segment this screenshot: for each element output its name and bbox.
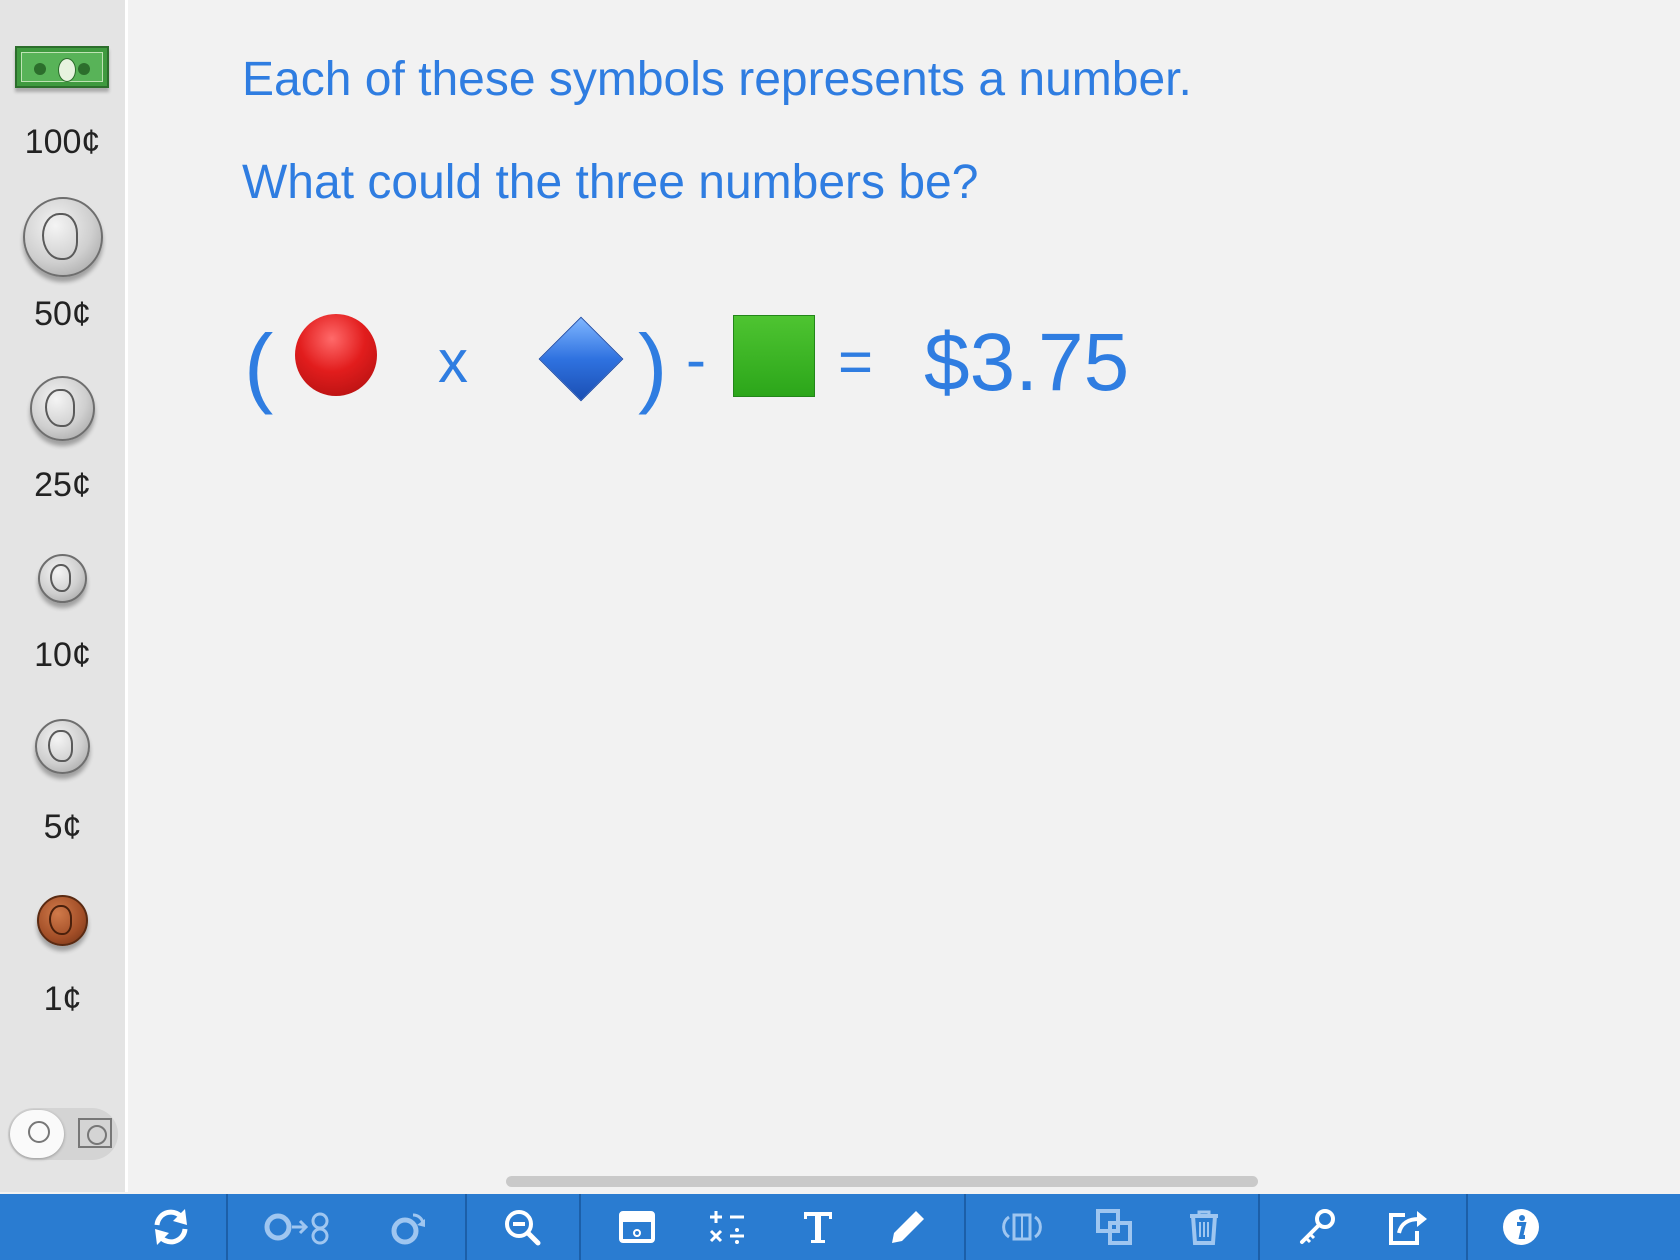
label-5-cents: 5¢	[43, 808, 82, 846]
coin-bill-toggle[interactable]	[8, 1108, 118, 1160]
label-100-cents: 100¢	[24, 123, 101, 161]
duplicate-icon	[1096, 1209, 1132, 1245]
flip-coin-icon	[391, 1213, 425, 1245]
coin-mode-icon	[28, 1121, 50, 1143]
bill-mode-icon	[78, 1118, 112, 1148]
minus-sign: -	[686, 326, 706, 393]
info-button[interactable]	[1495, 1202, 1547, 1252]
penny-coin-icon[interactable]	[37, 895, 88, 946]
screen-icon	[619, 1211, 655, 1243]
toolbar-separator	[1258, 1194, 1260, 1260]
label-25-cents: 25¢	[34, 466, 91, 504]
label-1-cent: 1¢	[43, 980, 82, 1018]
trash-icon	[1190, 1210, 1218, 1245]
key-button[interactable]	[1291, 1202, 1343, 1252]
share-button[interactable]	[1381, 1202, 1433, 1252]
toolbar-separator	[465, 1194, 467, 1260]
equals-sign: =	[838, 328, 874, 395]
flip-coin-button[interactable]	[383, 1202, 435, 1252]
bottom-toolbar	[0, 1194, 1680, 1260]
blue-diamond-icon[interactable]	[538, 316, 624, 402]
horizontal-scrollbar[interactable]	[506, 1176, 1258, 1187]
rotate-icon	[1002, 1213, 1042, 1241]
share-icon	[1389, 1211, 1427, 1245]
text-icon	[804, 1212, 832, 1243]
money-sidebar: 100¢ 50¢ 25¢ 10¢ 5¢ 1¢	[0, 0, 128, 1192]
pencil-button[interactable]	[882, 1202, 934, 1252]
zoom-out-icon	[505, 1210, 541, 1246]
times-sign: x	[438, 328, 468, 395]
screen-button[interactable]	[611, 1202, 663, 1252]
zoom-out-button[interactable]	[496, 1202, 548, 1252]
prompt-line-1: Each of these symbols represents a numbe…	[242, 53, 1192, 106]
red-circle-icon[interactable]	[295, 314, 377, 396]
half-dollar-coin-icon[interactable]	[23, 197, 103, 277]
green-square-icon[interactable]	[733, 315, 815, 397]
info-icon	[1503, 1209, 1539, 1245]
refresh-button[interactable]	[145, 1202, 197, 1252]
rotate-button[interactable]	[996, 1202, 1048, 1252]
exchange-coins-button[interactable]	[264, 1202, 334, 1252]
pencil-icon	[892, 1211, 924, 1243]
label-50-cents: 50¢	[34, 295, 91, 333]
dime-coin-icon[interactable]	[38, 554, 87, 603]
equation-result: $3.75	[924, 317, 1130, 408]
duplicate-button[interactable]	[1088, 1202, 1140, 1252]
math-operators-icon	[709, 1211, 744, 1244]
dollar-bill-icon[interactable]	[15, 46, 109, 88]
prompt-line-2: What could the three numbers be?	[242, 156, 979, 209]
key-icon	[1300, 1209, 1335, 1244]
refresh-icon	[154, 1209, 188, 1245]
toolbar-separator	[579, 1194, 581, 1260]
exchange-coins-icon	[264, 1212, 329, 1245]
toolbar-separator	[964, 1194, 966, 1260]
toolbar-separator	[226, 1194, 228, 1260]
math-operators-button[interactable]	[701, 1202, 753, 1252]
trash-button[interactable]	[1178, 1202, 1230, 1252]
toolbar-separator	[1466, 1194, 1468, 1260]
open-parenthesis: (	[244, 316, 274, 415]
quarter-coin-icon[interactable]	[30, 376, 95, 441]
nickel-coin-icon[interactable]	[35, 719, 90, 774]
text-tool-button[interactable]	[792, 1202, 844, 1252]
label-10-cents: 10¢	[34, 636, 91, 674]
close-parenthesis: )	[638, 316, 668, 415]
